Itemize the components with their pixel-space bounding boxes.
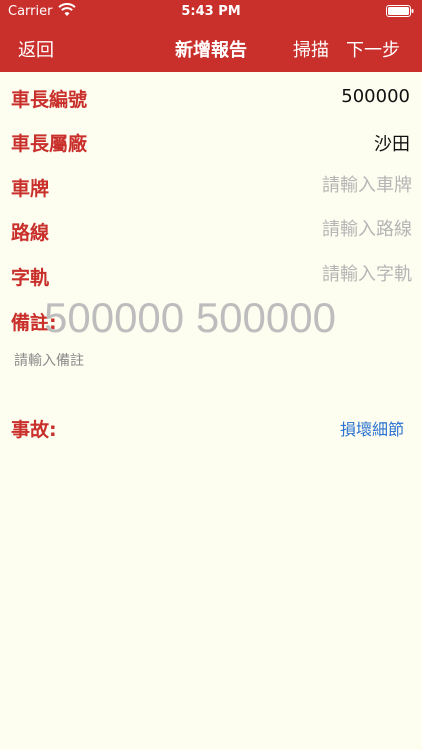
captain-depot-label: 車長屬廠 — [11, 133, 88, 155]
scan-button[interactable]: 掃描 — [293, 36, 329, 62]
plate-row: 車牌 — [0, 163, 422, 207]
plate-label: 車牌 — [11, 178, 50, 200]
clock: 5:43 PM — [181, 4, 241, 19]
fleet-input[interactable] — [212, 260, 412, 288]
route-label: 路線 — [11, 222, 50, 244]
accident-label: 事故: — [11, 419, 57, 441]
navigation-bar: 返回 新增報告 掃描 下一步 — [0, 22, 422, 72]
route-row: 路線 — [0, 207, 422, 251]
plate-input[interactable] — [212, 171, 412, 199]
battery-icon — [386, 5, 414, 17]
fleet-label: 字軌 — [11, 267, 50, 289]
remarks-input[interactable] — [14, 346, 409, 394]
captain-depot-row: 車長屬廠 沙田 — [0, 118, 422, 162]
status-bar: Carrier 5:43 PM — [0, 0, 422, 22]
captain-number-row: 車長編號 500000 — [0, 74, 422, 118]
damage-details-link[interactable]: 損壞細節 — [340, 416, 404, 440]
overlay-text: 500000 500000 — [44, 294, 336, 341]
captain-number-value: 500000 — [341, 86, 410, 107]
fleet-row: 字軌 — [0, 252, 422, 296]
route-input[interactable] — [212, 215, 412, 243]
captain-number-label: 車長編號 — [11, 89, 88, 111]
next-button[interactable]: 下一步 — [346, 36, 400, 62]
captain-depot-value: 沙田 — [374, 134, 410, 155]
